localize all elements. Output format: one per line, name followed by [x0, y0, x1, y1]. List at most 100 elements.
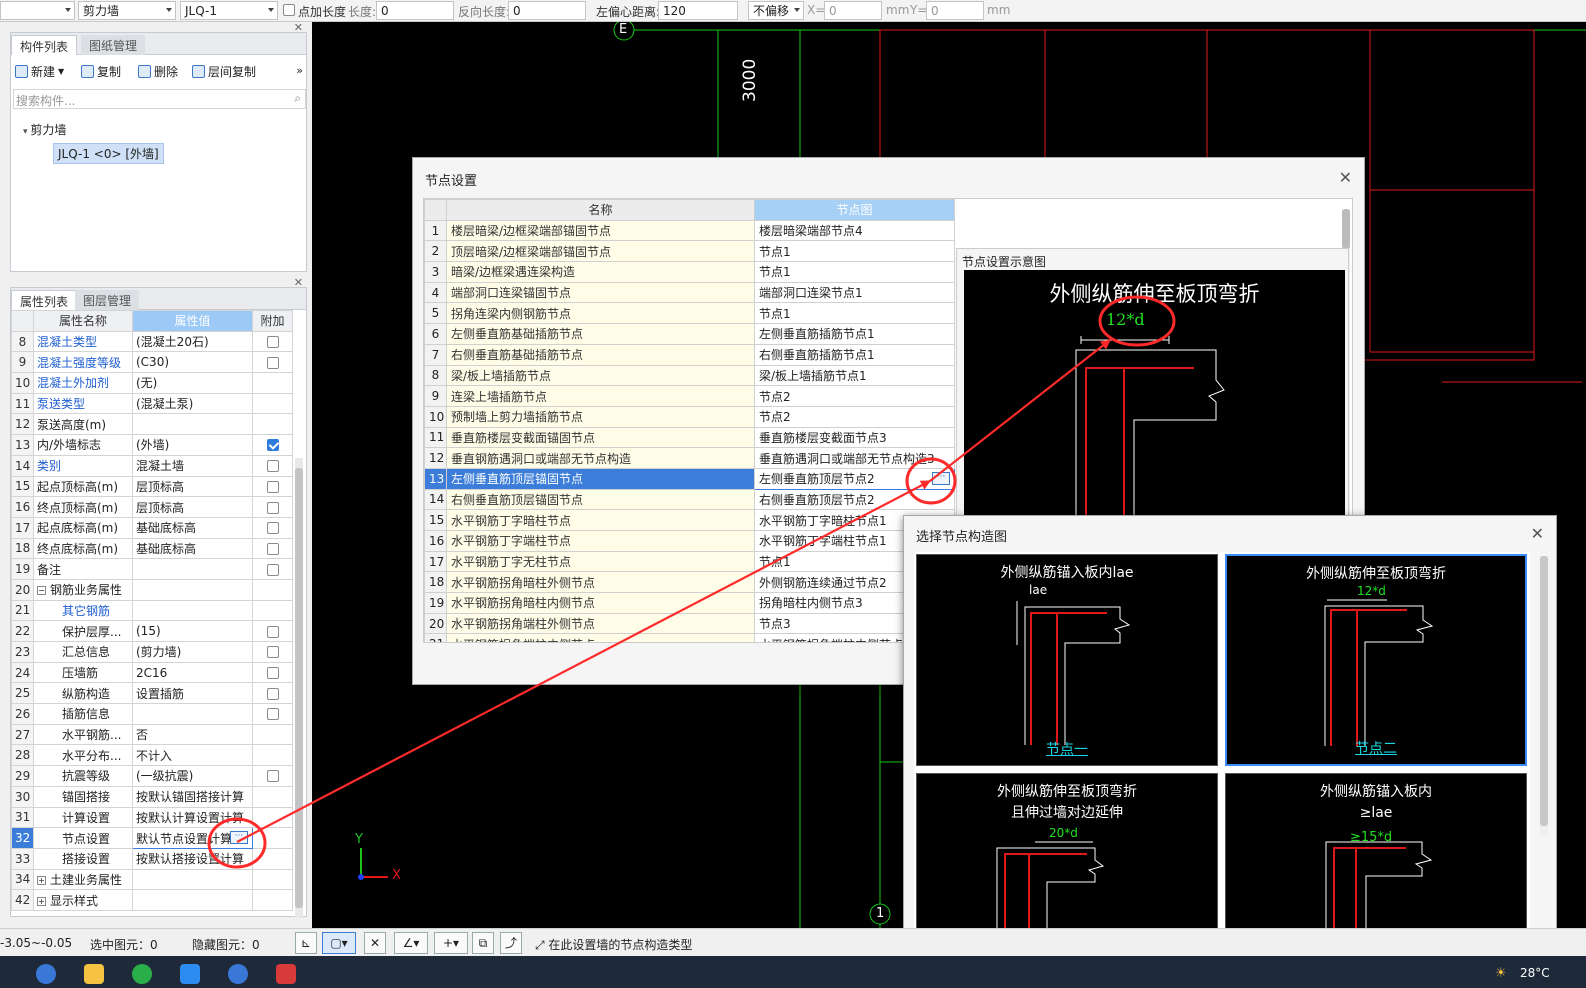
node-row[interactable]: 15 水平钢筋丁字暗柱节点 水平钢筋丁字暗柱节点1 [424, 509, 955, 531]
node-figure-cell[interactable]: 节点1 [754, 261, 955, 283]
node-figure-cell[interactable]: 端部洞口连梁节点1 [754, 281, 955, 304]
property-scrollbar[interactable] [295, 458, 303, 918]
node-row[interactable]: 11 垂直筋楼层变截面锚固节点 垂直筋楼层变截面节点3 [424, 426, 955, 449]
property-value-cell[interactable] [132, 703, 253, 725]
node-row[interactable]: 5 拐角连梁内侧钢筋节点 节点1 [424, 302, 955, 325]
node-figure-cell[interactable]: 梁/板上墙插筋节点1 [754, 364, 955, 387]
property-value-cell[interactable]: (外墙) [132, 434, 253, 456]
extra-checkbox[interactable] [266, 687, 279, 700]
property-value-cell[interactable]: 按默认搭接设置计算 [132, 847, 253, 870]
extra-checkbox[interactable] [266, 646, 279, 659]
property-row[interactable]: 12 泵送高度(m) [11, 413, 293, 436]
y-input[interactable]: 0 [926, 1, 984, 20]
property-panel-close-icon[interactable]: ✕ [294, 276, 303, 289]
property-row[interactable]: 11 泵送类型 (混凝土泵) [11, 392, 293, 415]
property-value-cell[interactable]: 按默认锚固搭接计算 [132, 785, 253, 808]
floor-copy-button[interactable]: 层间复制 [192, 63, 256, 80]
node-row[interactable]: 18 水平钢筋拐角暗柱外侧节点 外侧钢筋连续通过节点2 [424, 571, 955, 594]
node-figure-cell[interactable]: 节点1 [754, 240, 955, 263]
reverse-length-input[interactable]: 0 [508, 1, 586, 20]
snap-button[interactable]: ▢▾ [322, 932, 356, 954]
property-row[interactable]: 33 搭接设置 按默认搭接设置计算 [11, 847, 293, 870]
tab-drawing-manage[interactable]: 图纸管理 [81, 35, 146, 55]
property-row[interactable]: 14 类别 混凝土墙 [11, 454, 293, 477]
property-row[interactable]: 28 水平分布... 不计入 [11, 744, 293, 767]
property-scroll-thumb[interactable] [295, 468, 303, 908]
property-row[interactable]: 29 抗震等级 (一级抗震) [11, 765, 293, 787]
property-value-cell[interactable]: (C30) [132, 351, 253, 374]
property-value-cell[interactable]: 2C16 [132, 661, 253, 684]
component-search-input[interactable]: 搜索构件... ⌕ [13, 89, 306, 109]
node-option-2[interactable]: 外侧纵筋伸至板顶弯折 12*d 节点二 [1225, 554, 1527, 766]
browser-taskbar-icon[interactable] [228, 964, 248, 984]
node-figure-cell[interactable]: 节点2 [754, 385, 955, 407]
more-actions-icon[interactable]: » [296, 64, 303, 77]
panel-close-icon[interactable]: ✕ [294, 21, 303, 34]
property-value-cell[interactable]: 默认节点设置计算 ··· [132, 827, 253, 849]
node-figure-cell[interactable]: 垂直筋遇洞口或端部无节点构造3 [754, 447, 955, 469]
floor-select[interactable] [0, 1, 75, 20]
property-row[interactable]: 18 终点底标高(m) 基础底标高 [11, 537, 293, 560]
property-value-cell[interactable] [132, 578, 253, 601]
node-row[interactable]: 17 水平钢筋丁字无柱节点 节点1 [424, 550, 955, 573]
node-row[interactable]: 12 垂直钢筋遇洞口或端部无节点构造 垂直筋遇洞口或端部无节点构造3 [424, 447, 955, 469]
property-value-cell[interactable]: 基础底标高 [132, 537, 253, 560]
extra-checkbox[interactable] [266, 563, 279, 576]
property-value-cell[interactable] [132, 413, 253, 436]
property-row[interactable]: 21 其它钢筋 [11, 599, 293, 622]
node-row[interactable]: 21水平钢筋拐角端柱内侧节点水平钢筋拐角端柱内侧节点 [424, 633, 955, 642]
node-row[interactable]: 20 水平钢筋拐角端柱外侧节点 节点3 [424, 612, 955, 635]
node-row[interactable]: 19 水平钢筋拐角暗柱内侧节点 拐角暗柱内侧节点3 [424, 592, 955, 614]
extra-checkbox[interactable] [266, 501, 279, 514]
property-row[interactable]: 17 起点底标高(m) 基础底标高 [11, 516, 293, 539]
tab-property-list[interactable]: 属性列表 [11, 290, 78, 310]
node-figure-cell[interactable]: 左侧垂直筋顶层节点2 ··· [754, 467, 955, 490]
offset-input[interactable]: 120 [658, 1, 738, 20]
node-figure-cell[interactable]: 右侧垂直筋顶层节点2 [754, 488, 955, 511]
property-value-cell[interactable]: (混凝土泵) [132, 392, 253, 415]
copy-button[interactable]: 复制 [81, 63, 121, 80]
property-value-cell[interactable]: (一级抗震) [132, 765, 253, 787]
tree-item-jlq1[interactable]: JLQ-1 <0> [外墙] [53, 143, 164, 164]
property-row[interactable]: 27 水平钢筋... 否 [11, 723, 293, 746]
property-value-cell[interactable]: 按默认计算设置计算 [132, 806, 253, 829]
node-figure-cell[interactable]: 垂直筋楼层变截面节点3 [754, 426, 955, 449]
property-row[interactable]: 30 锚固搭接 按默认锚固搭接计算 [11, 785, 293, 808]
property-value-cell[interactable] [132, 558, 253, 580]
extra-checkbox[interactable] [266, 356, 279, 369]
select-dialog-close-icon[interactable]: ✕ [1531, 524, 1544, 543]
property-row[interactable]: 42 + 显示样式 [11, 889, 293, 911]
extra-checkbox[interactable] [266, 336, 279, 349]
track-button[interactable]: ⤴ [500, 932, 522, 954]
property-row[interactable]: 26 插筋信息 [11, 703, 293, 725]
extra-checkbox[interactable] [266, 522, 279, 535]
layer-button[interactable]: ⧉ [472, 932, 494, 954]
delete-button[interactable]: 删除 [138, 63, 178, 80]
tab-component-list[interactable]: 构件列表 [11, 35, 78, 55]
property-value-cell[interactable]: 层顶标高 [132, 475, 253, 498]
tab-layer-manage[interactable]: 图层管理 [75, 290, 140, 310]
x-input[interactable]: 0 [824, 1, 882, 20]
node-dialog-close-icon[interactable]: ✕ [1339, 168, 1352, 187]
node-option-1[interactable]: 外侧纵筋锚入板内lae lae 节点一 [916, 554, 1218, 766]
wall-name-select[interactable]: JLQ-1 [180, 1, 278, 20]
node-row[interactable]: 14 右侧垂直筋顶层锚固节点 右侧垂直筋顶层节点2 [424, 488, 955, 511]
expand-icon[interactable]: + [37, 875, 46, 885]
node-row[interactable]: 10 预制墙上剪力墙插筋节点 节点2 [424, 405, 955, 428]
property-row[interactable]: 10 混凝土外加剂 (无) [11, 372, 293, 394]
property-row[interactable]: 13 内/外墙标志 (外墙) [11, 434, 293, 456]
property-row[interactable]: 22 保护层厚... (15) [11, 620, 293, 642]
extra-checkbox[interactable] [266, 480, 279, 493]
property-row[interactable]: 8 混凝土类型 (混凝土20石) [11, 330, 293, 353]
node-figure-cell[interactable]: 右侧垂直筋插筋节点1 [754, 343, 955, 366]
folder-taskbar-icon[interactable] [84, 964, 104, 984]
length-input[interactable]: 0 [376, 1, 454, 20]
collapse-icon[interactable]: − [37, 586, 46, 596]
node-row[interactable]: 1 楼层暗梁/边框梁端部锚固节点 楼层暗梁端部节点4 [424, 219, 955, 242]
node-figure-cell[interactable]: 节点2 [754, 405, 955, 428]
property-row[interactable]: 20− 钢筋业务属性 [11, 578, 293, 601]
property-row[interactable]: 15 起点顶标高(m) 层顶标高 [11, 475, 293, 498]
node-row[interactable]: 13 左侧垂直筋顶层锚固节点 左侧垂直筋顶层节点2 ··· [424, 467, 955, 490]
ortho-button[interactable]: ⊾ [295, 932, 317, 954]
node-row[interactable]: 3 暗梁/边框梁遇连梁构造 节点1 [424, 261, 955, 283]
